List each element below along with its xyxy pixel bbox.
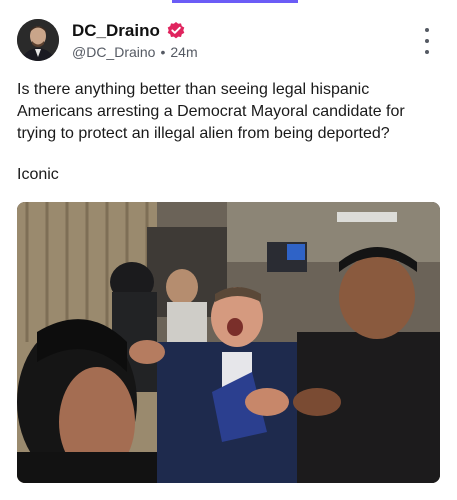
post-header: DC_Draino @DC_Draino • 24m (72, 20, 198, 60)
avatar[interactable] (17, 19, 59, 61)
more-vertical-icon-dot (425, 50, 429, 54)
more-vertical-icon (425, 28, 429, 32)
post-card: DC_Draino @DC_Draino • 24m Is there anyt… (0, 0, 457, 500)
author-display-name[interactable]: DC_Draino (72, 21, 160, 41)
post-body-text: Is there anything better than seeing leg… (17, 81, 405, 142)
author-handle[interactable]: @DC_Draino (72, 44, 155, 60)
post-timestamp[interactable]: 24m (170, 44, 197, 60)
post-photo[interactable] (17, 202, 440, 483)
verified-badge-icon (166, 21, 186, 41)
more-options-button[interactable] (418, 28, 436, 54)
post-tagline-text: Iconic (17, 166, 59, 183)
meta-separator: • (160, 44, 166, 60)
more-vertical-icon-dot (425, 39, 429, 43)
